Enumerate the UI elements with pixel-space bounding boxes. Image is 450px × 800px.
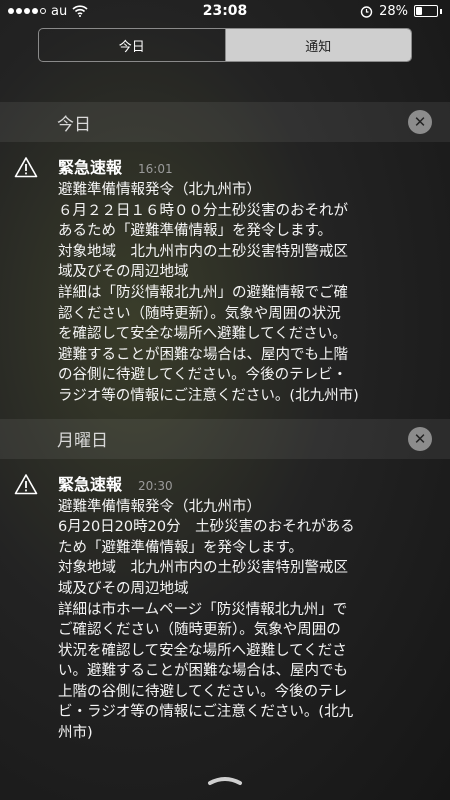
notification-time: 20:30 (138, 478, 173, 493)
status-right: 28% (360, 4, 442, 19)
section-header-today: 今日 ✕ (0, 102, 450, 142)
battery-cap (440, 8, 442, 14)
status-left: au (8, 4, 88, 19)
alarm-icon (360, 5, 373, 18)
warning-icon (14, 471, 58, 744)
notification-title: 緊急速報 (58, 158, 123, 177)
status-time: 23:08 (202, 3, 248, 19)
signal-strength-icon (8, 8, 46, 14)
notification-header: 緊急速報 16:01 (58, 154, 440, 178)
notification-item[interactable]: 緊急速報 20:30 避難準備情報発令（北九州市） 6月20日20時20分 土砂… (0, 459, 450, 756)
notification-text: 避難準備情報発令（北九州市） 6月20日20時20分 土砂災害のおそれがある た… (58, 498, 355, 742)
section-title: 今日 (57, 114, 91, 135)
notification-item[interactable]: 緊急速報 16:01 避難準備情報発令（北九州市） ６月２２日１６時００分土砂災… (0, 142, 450, 419)
tab-today[interactable]: 今日 (39, 29, 226, 61)
battery-fill (416, 7, 422, 15)
notification-title: 緊急速報 (58, 474, 123, 494)
battery-percent: 28% (379, 3, 408, 19)
notification-time: 16:01 (138, 162, 173, 176)
close-icon[interactable]: ✕ (408, 426, 432, 451)
notification-text: 避難準備情報発令（北九州市） ６月２２日１６時００分土砂災害のおそれが あるため… (58, 182, 359, 404)
notification-body: 緊急速報 16:01 避難準備情報発令（北九州市） ６月２２日１６時００分土砂災… (58, 154, 440, 407)
carrier-name: au (51, 3, 68, 19)
tab-notifications[interactable]: 通知 (225, 29, 411, 61)
battery-icon (414, 5, 438, 17)
chevron-grabber-icon[interactable] (207, 774, 243, 786)
notification-header: 緊急速報 20:30 (58, 471, 440, 495)
view-segmented-control[interactable]: 今日 通知 (38, 28, 412, 62)
warning-icon (14, 154, 58, 407)
wifi-icon (72, 5, 88, 17)
section-title: 月曜日 (57, 431, 108, 452)
status-bar: au 23:08 28% (0, 0, 450, 22)
close-icon[interactable]: ✕ (408, 110, 432, 134)
section-header-monday: 月曜日 ✕ (0, 418, 450, 459)
notification-body: 緊急速報 20:30 避難準備情報発令（北九州市） 6月20日20時20分 土砂… (58, 471, 440, 744)
